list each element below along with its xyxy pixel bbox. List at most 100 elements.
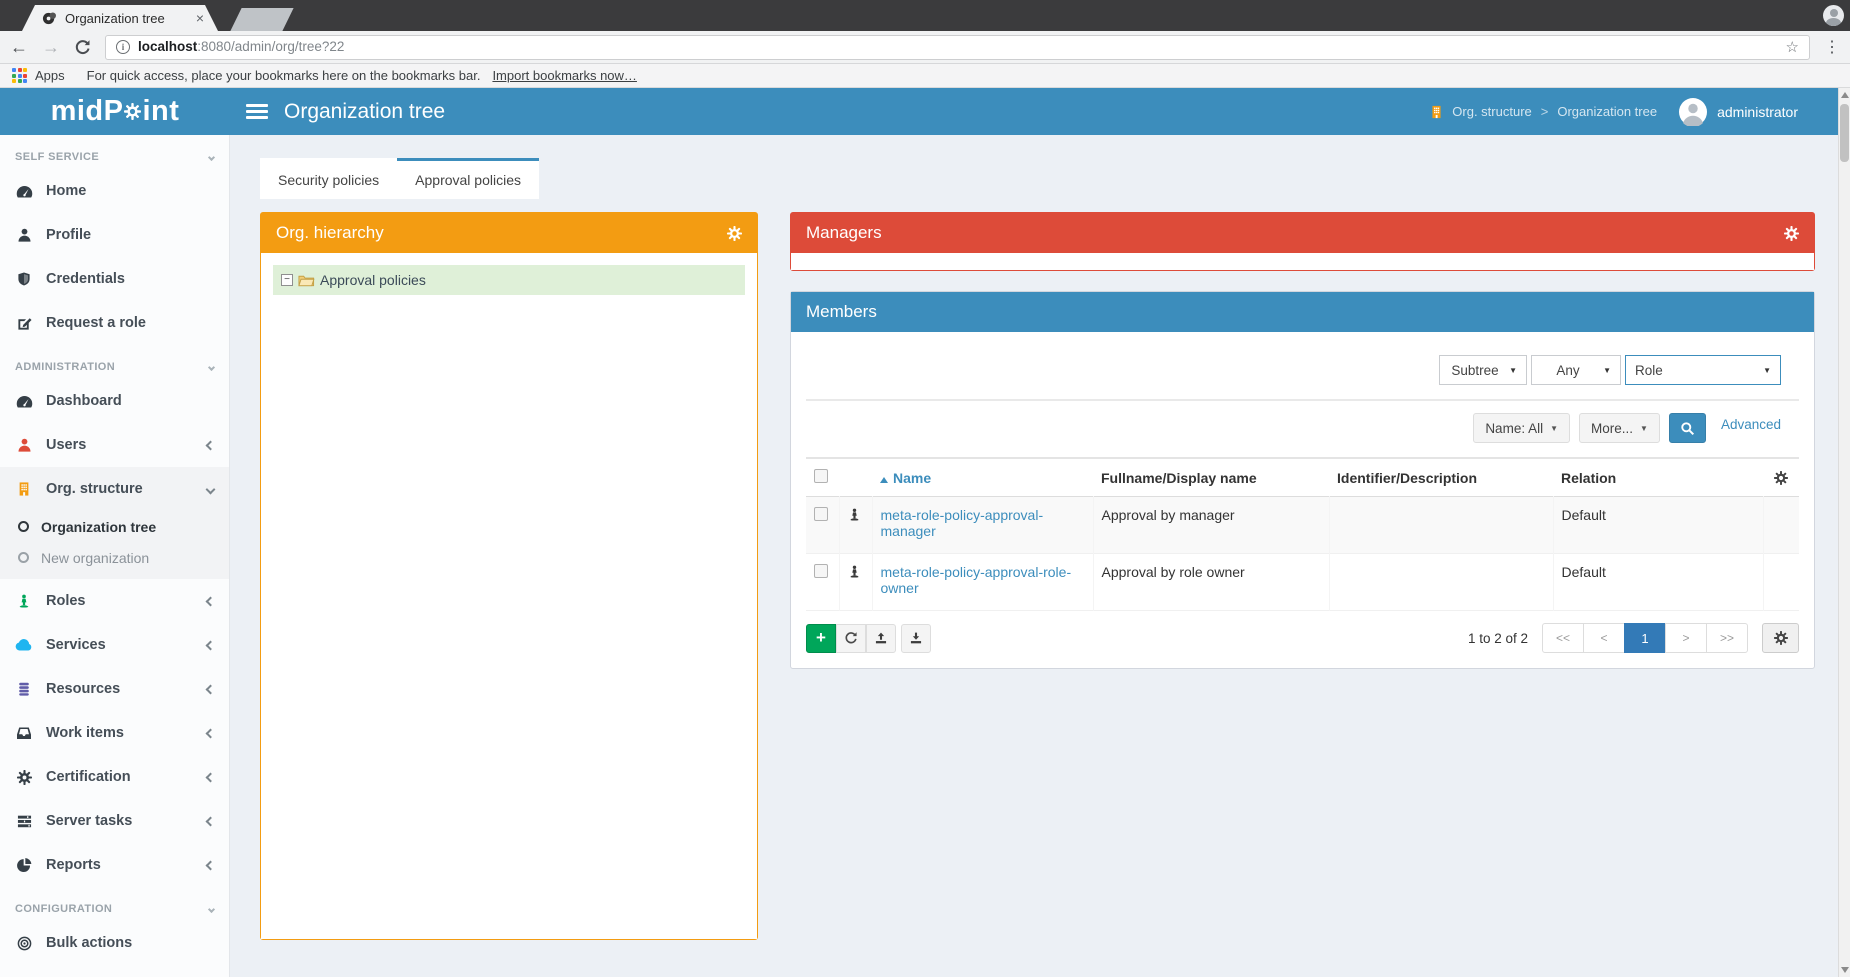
browser-menu-icon[interactable]: ⋮ bbox=[1824, 37, 1840, 57]
page-scrollbar[interactable] bbox=[1838, 88, 1850, 977]
forward-icon[interactable]: → bbox=[42, 38, 60, 56]
page-prev-button[interactable]: < bbox=[1583, 623, 1625, 653]
section-self-service[interactable]: SELF SERVICE bbox=[0, 135, 229, 169]
row-checkbox[interactable] bbox=[814, 564, 828, 578]
more-filter-button[interactable]: More...▼ bbox=[1579, 413, 1660, 443]
members-table: Name Fullname/Display name Identifier/De… bbox=[806, 457, 1799, 611]
inbox-icon bbox=[15, 726, 33, 740]
folder-open-icon bbox=[298, 273, 315, 287]
page-1-button[interactable]: 1 bbox=[1624, 623, 1666, 653]
tab-security-policies[interactable]: Security policies bbox=[260, 158, 397, 199]
member-name-link[interactable]: meta-role-policy-approval-manager bbox=[881, 507, 1044, 539]
member-identifier bbox=[1329, 554, 1553, 611]
import-bookmarks-link[interactable]: Import bookmarks now… bbox=[492, 68, 637, 83]
caret-down-icon: ▼ bbox=[1550, 424, 1558, 433]
page-last-button[interactable]: >> bbox=[1706, 623, 1748, 653]
sidebar-item-dashboard[interactable]: Dashboard bbox=[0, 379, 229, 423]
chevron-left-icon bbox=[206, 440, 216, 450]
import-button[interactable] bbox=[901, 624, 931, 653]
section-administration[interactable]: ADMINISTRATION bbox=[0, 345, 229, 379]
sidebar-item-home[interactable]: Home bbox=[0, 169, 229, 213]
refresh-button[interactable] bbox=[836, 624, 866, 653]
scrollbar-thumb[interactable] bbox=[1840, 104, 1849, 162]
sidebar-item-new-organization[interactable]: New organization bbox=[0, 542, 229, 573]
breadcrumb-current[interactable]: Organization tree bbox=[1557, 104, 1657, 119]
circle-icon bbox=[18, 521, 29, 532]
street-view-icon bbox=[15, 593, 33, 609]
select-all-checkbox[interactable] bbox=[814, 469, 828, 483]
sidebar-item-reports[interactable]: Reports bbox=[0, 843, 229, 887]
add-member-button[interactable]: + bbox=[806, 624, 836, 653]
breadcrumb-separator: > bbox=[1541, 104, 1549, 119]
new-tab-button[interactable] bbox=[230, 8, 293, 31]
upload-icon bbox=[874, 631, 888, 645]
bookmarks-bar: Apps For quick access, place your bookma… bbox=[0, 64, 1850, 88]
name-filter-button[interactable]: Name: All▼ bbox=[1473, 413, 1570, 443]
export-button[interactable] bbox=[866, 624, 896, 653]
apps-label[interactable]: Apps bbox=[35, 68, 65, 83]
browser-tab[interactable]: Organization tree × bbox=[22, 5, 218, 31]
member-relation: Default bbox=[1553, 497, 1763, 554]
page-title: Organization tree bbox=[284, 100, 445, 124]
tasks-icon bbox=[15, 814, 33, 829]
sidebar-toggle-icon[interactable] bbox=[246, 104, 268, 119]
scope-select[interactable]: Subtree▼ bbox=[1439, 355, 1527, 385]
section-configuration[interactable]: CONFIGURATION bbox=[0, 887, 229, 921]
chevron-down-icon bbox=[206, 484, 216, 494]
user-menu[interactable]: administrator bbox=[1679, 98, 1798, 126]
sidebar-item-roles[interactable]: Roles bbox=[0, 579, 229, 623]
sidebar-item-certification[interactable]: Certification bbox=[0, 755, 229, 799]
caret-down-icon: ▼ bbox=[1763, 366, 1771, 375]
apps-grid-icon[interactable] bbox=[12, 68, 27, 83]
membership-select[interactable]: Any▼ bbox=[1531, 355, 1621, 385]
url-bar[interactable]: i localhost:8080/admin/org/tree?22 ☆ bbox=[105, 35, 1810, 60]
collapse-icon[interactable]: − bbox=[281, 274, 293, 286]
bookmarks-hint: For quick access, place your bookmarks h… bbox=[87, 68, 481, 83]
scroll-up-icon[interactable] bbox=[1841, 92, 1849, 98]
page-next-button[interactable]: > bbox=[1665, 623, 1707, 653]
content-tabs: Security policies Approval policies bbox=[260, 158, 1815, 199]
sidebar: SELF SERVICE Home Profile Credentials Re… bbox=[0, 135, 230, 977]
chevron-left-icon bbox=[206, 728, 216, 738]
tab-approval-policies[interactable]: Approval policies bbox=[397, 158, 539, 199]
sidebar-item-profile[interactable]: Profile bbox=[0, 213, 229, 257]
gear-icon bbox=[1774, 631, 1788, 645]
midpoint-logo[interactable]: midP int bbox=[0, 95, 230, 128]
reload-icon[interactable] bbox=[74, 39, 91, 56]
sidebar-item-resources[interactable]: Resources bbox=[0, 667, 229, 711]
chevron-left-icon bbox=[206, 860, 216, 870]
caret-down-icon: ▼ bbox=[1603, 366, 1611, 375]
advanced-link[interactable]: Advanced bbox=[1721, 417, 1781, 432]
member-name-link[interactable]: meta-role-policy-approval-role-owner bbox=[881, 564, 1072, 596]
breadcrumb-section[interactable]: Org. structure bbox=[1452, 104, 1531, 119]
favicon-icon bbox=[42, 11, 57, 26]
page-first-button[interactable]: << bbox=[1542, 623, 1584, 653]
table-settings-gear-icon[interactable] bbox=[1771, 471, 1791, 485]
type-select[interactable]: Role▼ bbox=[1625, 355, 1781, 385]
search-button[interactable] bbox=[1669, 413, 1706, 443]
sidebar-item-work-items[interactable]: Work items bbox=[0, 711, 229, 755]
sidebar-item-organization-tree[interactable]: Organization tree bbox=[0, 511, 229, 542]
browser-profile-icon[interactable] bbox=[1823, 5, 1844, 26]
site-info-icon[interactable]: i bbox=[116, 40, 130, 54]
row-checkbox[interactable] bbox=[814, 507, 828, 521]
paging-settings-button[interactable] bbox=[1762, 623, 1799, 653]
sidebar-item-users[interactable]: Users bbox=[0, 423, 229, 467]
sidebar-item-org-structure[interactable]: Org. structure bbox=[0, 467, 229, 511]
back-icon[interactable]: ← bbox=[10, 38, 28, 56]
gear-icon[interactable] bbox=[1784, 226, 1799, 241]
tab-close-icon[interactable]: × bbox=[196, 10, 204, 26]
sidebar-item-credentials[interactable]: Credentials bbox=[0, 257, 229, 301]
sidebar-item-server-tasks[interactable]: Server tasks bbox=[0, 799, 229, 843]
scroll-down-icon[interactable] bbox=[1841, 967, 1849, 973]
table-footer: + 1 to 2 of 2 << < 1 bbox=[806, 623, 1799, 653]
bookmark-star-icon[interactable]: ☆ bbox=[1786, 38, 1799, 56]
sidebar-item-request-role[interactable]: Request a role bbox=[0, 301, 229, 345]
tree-node-approval-policies[interactable]: − Approval policies bbox=[273, 265, 745, 295]
database-icon bbox=[15, 681, 33, 697]
pagination: << < 1 > >> bbox=[1542, 623, 1748, 653]
sidebar-item-services[interactable]: Services bbox=[0, 623, 229, 667]
sidebar-item-bulk-actions[interactable]: Bulk actions bbox=[0, 921, 229, 965]
gear-icon[interactable] bbox=[727, 226, 742, 241]
column-header-name[interactable]: Name bbox=[893, 470, 931, 486]
